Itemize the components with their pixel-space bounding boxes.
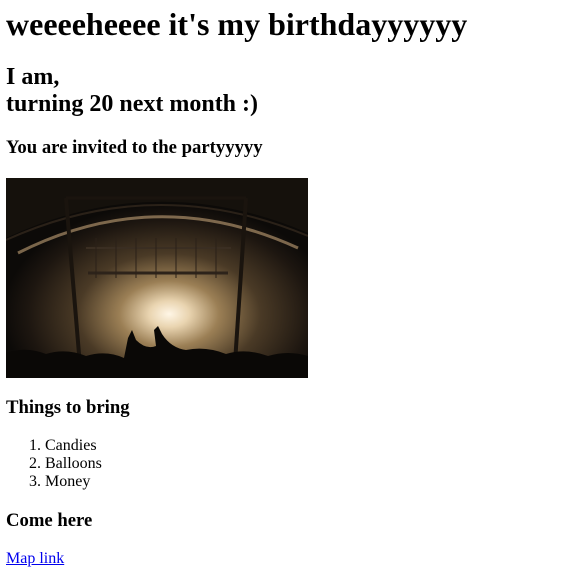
intro-line-2: turning 20 next month :): [6, 91, 259, 117]
list-item: Money: [45, 473, 102, 491]
invite-heading: You are invited to the partyyyyy: [6, 137, 263, 158]
intro-line-1: I am,: [6, 64, 60, 90]
things-to-bring-heading: Things to bring: [6, 397, 130, 418]
map-link[interactable]: Map link: [6, 550, 64, 568]
intro-heading: I am, turning 20 next month :): [6, 64, 258, 118]
list-item: Candies: [45, 437, 102, 455]
come-here-heading: Come here: [6, 510, 93, 531]
bring-list: Candies Balloons Money: [6, 437, 102, 491]
page-title: weeeeheeee it's my birthdayyyyyy: [6, 6, 468, 42]
concert-photo: [6, 178, 308, 378]
list-item: Balloons: [45, 455, 102, 473]
